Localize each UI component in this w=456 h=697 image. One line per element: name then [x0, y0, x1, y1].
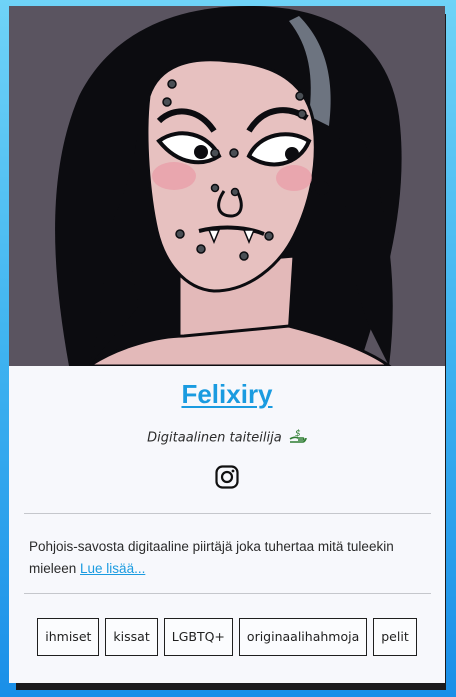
read-more-link[interactable]: Lue lisää...: [80, 561, 145, 576]
tag-pelit[interactable]: pelit: [373, 618, 417, 656]
profile-name-link[interactable]: Felixiry: [9, 379, 445, 410]
instagram-icon[interactable]: [215, 465, 239, 489]
tag-list: ihmiset kissat LGBTQ+ originaalihahmoja …: [9, 618, 445, 656]
profile-tagline: Digitaalinen taiteilija $: [9, 428, 445, 448]
profile-bio: Pohjois-savosta digitaaline piirtäjä jok…: [29, 536, 429, 580]
profile-artwork: [9, 6, 445, 366]
tag-originaalihahmoja[interactable]: originaalihahmoja: [238, 618, 368, 656]
hand-with-money-icon: $: [289, 428, 307, 448]
tag-kissat[interactable]: kissat: [105, 618, 158, 656]
divider: [24, 513, 431, 514]
profile-card: Felixiry Digitaalinen taiteilija $ Pohjo…: [9, 6, 445, 683]
tagline-text: Digitaalinen taiteilija: [147, 430, 282, 446]
divider: [24, 593, 431, 594]
tag-ihmiset[interactable]: ihmiset: [37, 618, 100, 656]
tag-lgbtq[interactable]: LGBTQ+: [163, 618, 233, 656]
